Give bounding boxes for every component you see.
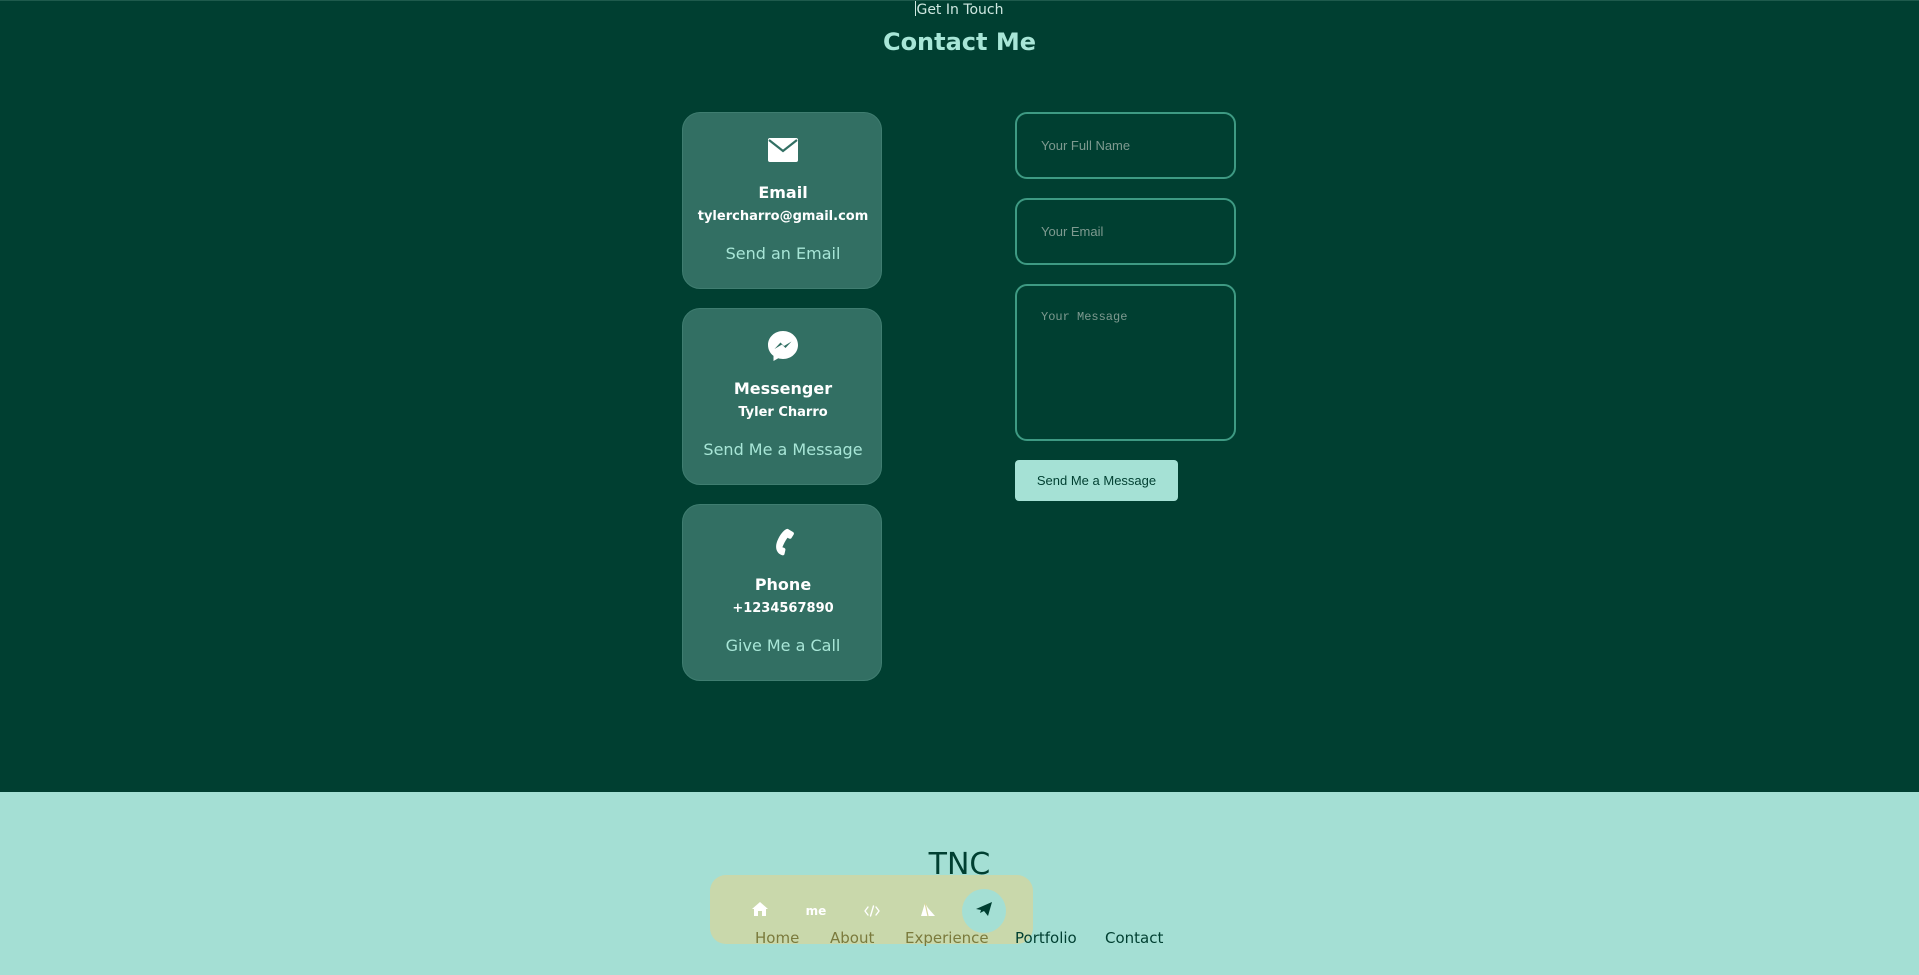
footer-link-about[interactable]: About: [830, 928, 874, 948]
me-icon: me: [805, 904, 827, 918]
footer-link-portfolio[interactable]: Portfolio: [1015, 928, 1077, 948]
contact-section: Get In Touch Contact Me Email tylercharr…: [0, 0, 1919, 792]
nav-experience-button[interactable]: [850, 889, 894, 933]
messenger-icon: [683, 331, 883, 361]
card-value: tylercharro@gmail.com: [697, 209, 869, 224]
email-input[interactable]: [1015, 198, 1236, 265]
home-icon: [751, 901, 769, 921]
call-link[interactable]: Give Me a Call: [683, 636, 883, 656]
full-name-input[interactable]: [1015, 112, 1236, 179]
send-icon: [975, 901, 993, 921]
card-value: Tyler Charro: [738, 405, 828, 420]
card-title: Phone: [754, 575, 812, 594]
contact-card-email: Email tylercharro@gmail.com Send an Emai…: [682, 112, 882, 289]
send-email-link[interactable]: Send an Email: [683, 244, 883, 264]
card-title: Messenger: [733, 379, 833, 398]
send-message-button[interactable]: Send Me a Message: [1015, 460, 1178, 501]
footer-link-home[interactable]: Home: [755, 928, 799, 948]
nav-contact-button[interactable]: [962, 889, 1006, 933]
nav-home-button[interactable]: [738, 889, 782, 933]
experience-icon: [919, 901, 937, 921]
send-message-link[interactable]: Send Me a Message: [683, 440, 883, 460]
nav-portfolio-button[interactable]: [906, 889, 950, 933]
footer-link-contact[interactable]: Contact: [1105, 928, 1163, 948]
nav-about-button[interactable]: me: [794, 889, 838, 933]
footer-link-experience[interactable]: Experience: [905, 928, 989, 948]
card-value: +1234567890: [732, 601, 834, 616]
contact-card-phone: Phone +1234567890 Give Me a Call: [682, 504, 882, 681]
section-eyebrow: Get In Touch: [0, 1, 1919, 19]
code-icon: [864, 902, 880, 921]
phone-icon: [683, 527, 883, 557]
card-title: Email: [758, 183, 808, 202]
contact-card-messenger: Messenger Tyler Charro Send Me a Message: [682, 308, 882, 485]
message-textarea[interactable]: [1015, 284, 1236, 441]
envelope-icon: [683, 135, 883, 165]
eyebrow-text: Get In Touch: [916, 2, 1004, 18]
footer: TNC me Home About Experience Portfolio C…: [0, 792, 1919, 975]
section-title: Contact Me: [882, 28, 1037, 56]
